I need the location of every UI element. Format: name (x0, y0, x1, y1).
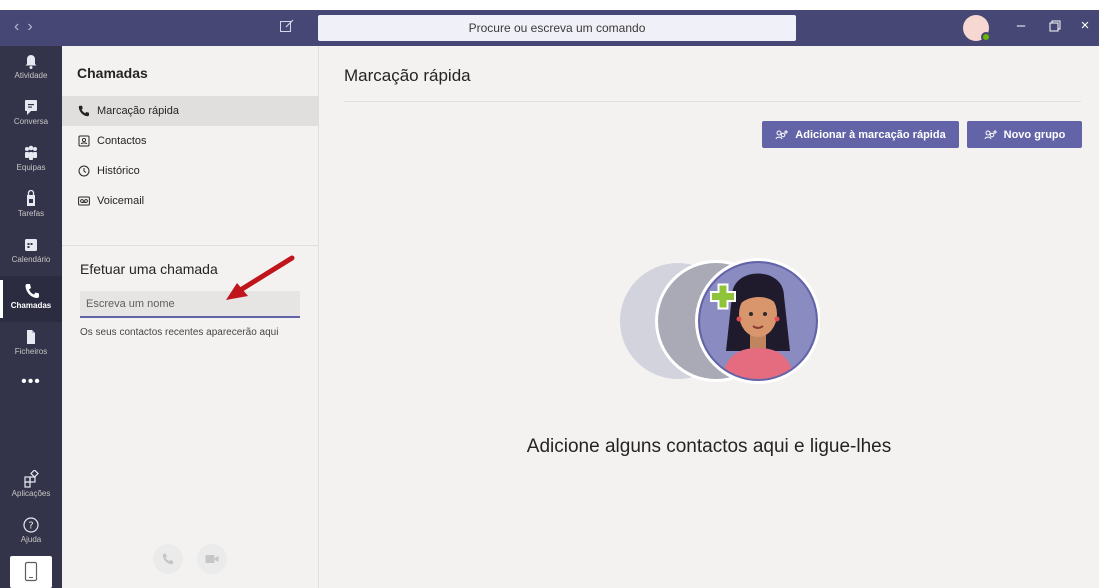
rail-item-calendario[interactable]: Calendário (0, 230, 62, 276)
rail-label: Aplicações (11, 489, 51, 498)
nav-label: Marcação rápida (97, 105, 179, 117)
add-people-icon (775, 129, 789, 139)
history-nav: ‹› (14, 18, 41, 36)
add-people-icon (984, 129, 997, 139)
add-to-speed-dial-button[interactable]: Adicionar à marcação rápida (762, 121, 959, 148)
presence-status-icon (981, 32, 991, 42)
new-group-button[interactable]: Novo grupo (967, 121, 1082, 148)
rail-item-tarefas[interactable]: Tarefas (0, 184, 62, 230)
device-icon[interactable] (10, 556, 52, 588)
chevron-right-icon[interactable]: › (27, 18, 40, 35)
rail-item-chamadas[interactable]: Chamadas (0, 276, 62, 322)
rail-label: Ajuda (20, 535, 42, 544)
teams-icon (25, 145, 37, 160)
button-label: Novo grupo (1003, 128, 1066, 141)
video-call-icon[interactable] (197, 544, 227, 574)
title-bar: ‹› Procure ou escreva um comando – × (0, 10, 1099, 46)
rail-item-ajuda[interactable]: ? Ajuda (0, 510, 62, 556)
phone-call-icon[interactable] (153, 544, 183, 574)
rail-item-ficheiros[interactable]: Ficheiros (0, 322, 62, 368)
call-buttons (153, 544, 233, 574)
search-input[interactable]: Procure ou escreva um comando (318, 15, 796, 41)
phone-icon (78, 105, 89, 117)
chat-icon (25, 100, 37, 115)
nav-label: Histórico (97, 165, 140, 177)
contacts-icon (78, 135, 90, 147)
rail-item-conversa[interactable]: Conversa (0, 92, 62, 138)
app-rail: Atividade Conversa Equipas Tarefas Calen… (0, 46, 62, 588)
nav-label: Voicemail (97, 195, 145, 207)
minimize-icon[interactable]: – (1010, 17, 1032, 34)
voicemail-icon (78, 196, 90, 206)
chevron-left-icon[interactable]: ‹ (14, 18, 27, 35)
nav-item-contacts[interactable]: Contactos (62, 126, 318, 156)
rail-label: Tarefas (17, 209, 45, 218)
sidebar-divider (62, 245, 318, 246)
page-title: Marcação rápida (344, 66, 471, 85)
help-icon: ? (23, 517, 39, 533)
nav-label: Contactos (97, 135, 147, 147)
rail-label: Conversa (13, 117, 49, 126)
make-call-title: Efetuar uma chamada (80, 261, 218, 277)
main-pane: Marcação rápida Adicionar à marcação ráp… (319, 46, 1099, 588)
phone-icon (25, 284, 39, 298)
avatar[interactable] (963, 15, 991, 42)
sidebar-title: Chamadas (77, 65, 148, 81)
apps-icon (24, 470, 39, 488)
rail-label: Equipas (16, 163, 46, 172)
more-apps-icon[interactable]: ••• (0, 373, 62, 391)
empty-state-message: Adicione alguns contactos aqui e ligue-l… (526, 436, 892, 457)
rail-label: Atividade (14, 71, 48, 80)
rail-item-aplicacoes[interactable]: Aplicações (0, 464, 62, 510)
rail-label: Ficheiros (14, 347, 48, 356)
recent-contacts-text: Os seus contactos recentes aparecerão aq… (80, 327, 279, 338)
history-icon (78, 165, 90, 177)
empty-state-illustration (620, 258, 820, 384)
window-top-strip (0, 0, 1099, 10)
close-icon[interactable]: × (1074, 17, 1096, 34)
rail-label: Chamadas (10, 301, 52, 310)
button-label: Adicionar à marcação rápida (795, 128, 946, 141)
annotation-arrow-icon (226, 255, 295, 300)
rail-item-atividade[interactable]: Atividade (0, 46, 62, 92)
svg-text:?: ? (28, 521, 33, 532)
compose-icon[interactable] (279, 18, 299, 38)
restore-icon[interactable] (1044, 17, 1066, 36)
calls-nav: Marcação rápida Contactos Histórico Voic… (62, 96, 318, 216)
bell-icon (25, 55, 37, 69)
file-icon (27, 330, 35, 344)
rail-label: Calendário (11, 255, 51, 264)
calls-sidebar: Chamadas Marcação rápida Contactos Histó… (62, 46, 319, 588)
calendar-icon (25, 239, 37, 251)
tasks-icon (27, 190, 35, 206)
header-divider (344, 101, 1081, 102)
rail-item-equipas[interactable]: Equipas (0, 138, 62, 184)
nav-item-speed-dial[interactable]: Marcação rápida (62, 96, 318, 126)
nav-item-voicemail[interactable]: Voicemail (62, 186, 318, 216)
nav-item-history[interactable]: Histórico (62, 156, 318, 186)
